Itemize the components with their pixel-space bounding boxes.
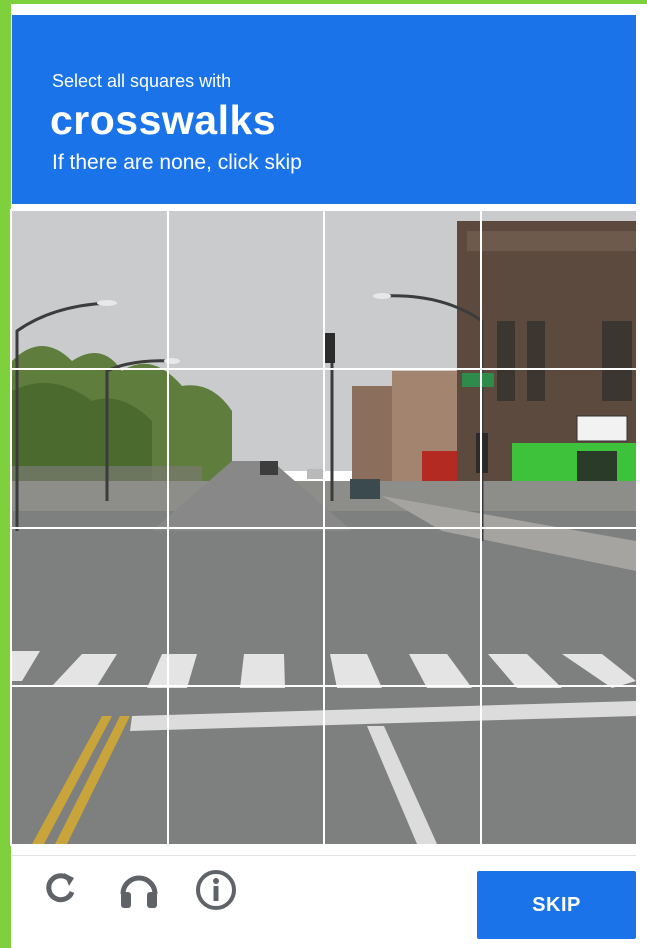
image-tile-r1-c2[interactable] xyxy=(166,209,325,370)
image-tile-r1-c4[interactable] xyxy=(479,209,638,370)
footer-divider xyxy=(12,855,636,856)
info-icon xyxy=(196,870,236,910)
reload-button[interactable] xyxy=(40,868,80,908)
instruction-text: Select all squares with xyxy=(52,71,232,91)
image-tile-r4-c1[interactable] xyxy=(10,685,169,846)
image-tile-r1-c1[interactable] xyxy=(10,209,169,370)
reload-icon xyxy=(46,873,75,903)
audio-challenge-button[interactable] xyxy=(117,868,158,908)
image-tile-r4-c4[interactable] xyxy=(479,685,638,846)
info-button[interactable] xyxy=(194,868,236,910)
image-grid xyxy=(10,209,638,846)
skip-button[interactable]: SKIP xyxy=(477,871,636,939)
skip-note: If there are none, click skip xyxy=(52,151,302,174)
image-tile-r2-c3[interactable] xyxy=(323,367,482,529)
image-tile-r2-c1[interactable] xyxy=(10,367,169,529)
image-tile-r3-c2[interactable] xyxy=(166,526,325,688)
headphones-icon xyxy=(120,875,158,908)
image-tile-r2-c2[interactable] xyxy=(166,367,325,529)
target-object: crosswalks xyxy=(50,97,277,143)
image-tile-r4-c3[interactable] xyxy=(323,685,482,846)
image-tile-r3-c1[interactable] xyxy=(10,526,169,688)
image-tile-r3-c4[interactable] xyxy=(479,526,638,688)
image-tile-r2-c4[interactable] xyxy=(479,367,638,529)
captcha-header: Select all squares with crosswalks If th… xyxy=(12,15,636,204)
image-tile-r3-c3[interactable] xyxy=(323,526,482,688)
image-tile-r4-c2[interactable] xyxy=(166,685,325,846)
image-tile-r1-c3[interactable] xyxy=(323,209,482,370)
